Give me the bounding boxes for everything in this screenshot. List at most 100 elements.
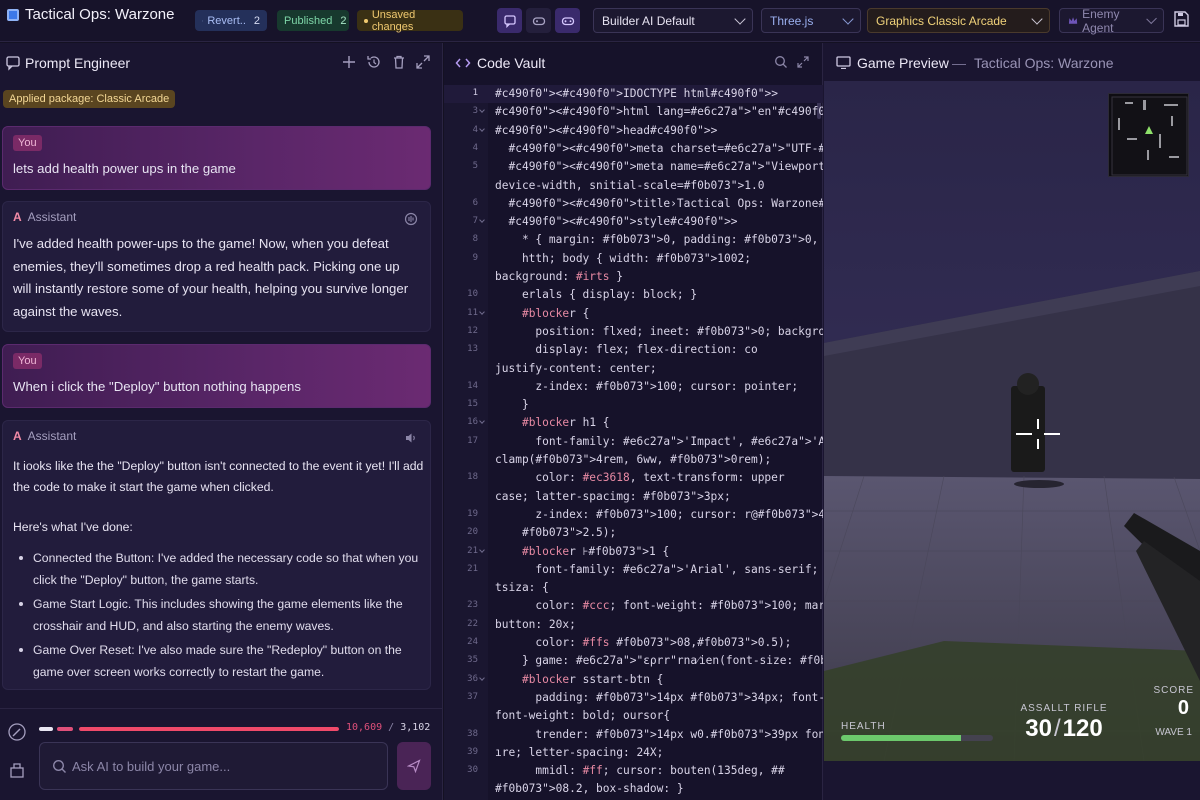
code-line[interactable]: 21 font-family: #e6c27a">'Arial', sans-s… xyxy=(444,561,845,579)
agent-select[interactable]: Enemy Agent xyxy=(1059,6,1164,35)
code-line[interactable]: device-width, snitial-scale=#f0b073">1.0 xyxy=(444,177,823,195)
code-line[interactable]: 4 #c490f0"><#c490f0">head#c490f0">> xyxy=(444,122,823,140)
code-line[interactable]: case; latter-spacimg: #f0b073">3px; xyxy=(444,488,823,506)
game-name: — Tactical Ops: Warzone xyxy=(952,55,1114,71)
prompt-input[interactable] xyxy=(72,758,372,774)
code-line[interactable]: 5 #c490f0"><#c490f0">meta name=#e6c27a">… xyxy=(444,158,933,176)
line-number: 1 xyxy=(472,88,478,98)
fold-chevron-icon[interactable] xyxy=(479,418,485,425)
code-line[interactable]: clamp(#f0b073">4rem, 6ww, #f0b073">0rem)… xyxy=(444,451,823,469)
top-bar: Tactical Ops: Warzone Revert.. 2 Publish… xyxy=(0,0,1200,42)
code-line[interactable]: 13 display: flex; flex-direction: co xyxy=(444,341,823,359)
plus-icon[interactable] xyxy=(341,54,357,70)
line-number: 22 xyxy=(467,618,478,629)
prompt-input-box[interactable] xyxy=(39,742,388,790)
code-line[interactable]: 17 font-family: #e6c27a">'Impact', #e6c2… xyxy=(444,433,906,451)
fold-chevron-icon[interactable] xyxy=(479,125,485,132)
line-number: 35 xyxy=(467,655,478,666)
graphics-select[interactable]: Graphics Classic Arcade xyxy=(867,8,1050,33)
code-line[interactable]: justify-content: center; xyxy=(444,360,823,378)
code-text: display: flex; flex-direction: co xyxy=(495,343,758,357)
line-number: 6 xyxy=(472,197,478,208)
code-line[interactable]: 4 #c490f0"><#c490f0">meta charset=#e6c27… xyxy=(444,140,960,158)
read-aloud-icon[interactable] xyxy=(404,212,418,226)
code-line[interactable]: 30 mmidl: #ff; cursor: bouten(135deg, ## xyxy=(444,762,823,780)
code-line[interactable]: 19 z-index: #f0b073">100; cursor: r@#f0b… xyxy=(444,506,1000,524)
code-line[interactable]: background: #irts } xyxy=(444,268,823,286)
line-number: 23 xyxy=(467,600,478,611)
speaker-icon[interactable] xyxy=(404,431,418,445)
fold-chevron-icon[interactable] xyxy=(479,308,485,315)
published-button[interactable]: Published 2 xyxy=(277,10,349,31)
code-line[interactable]: 36 #blocker sstart-btn { xyxy=(444,671,823,689)
send-button[interactable] xyxy=(397,742,431,790)
revert-button[interactable]: Revert.. 2 xyxy=(195,10,267,31)
line-number: 14 xyxy=(467,380,478,391)
code-line[interactable]: 1 #c490f0"><#c490f0">IDOCTYPE html#c490f0… xyxy=(444,85,823,103)
history-icon[interactable] xyxy=(366,54,382,70)
line-number: 7 xyxy=(472,216,478,227)
code-line[interactable]: 24 color: #ffs #f0b073">08,#f0b073">0.5)… xyxy=(444,634,823,652)
code-line[interactable]: 3 #c490f0"><#c490f0">html lang=#e6c27a">"… xyxy=(444,103,846,121)
code-line[interactable]: 37 padding: #f0b073">14px #f0b073">34px;… xyxy=(444,689,973,707)
magic-wand-icon[interactable] xyxy=(7,722,27,742)
engine-select[interactable]: Three.js xyxy=(761,8,861,33)
code-line[interactable]: 16 #blocker h1 { xyxy=(444,414,823,432)
line-number: 3 xyxy=(472,106,478,117)
code-text: #blocker sstart-btn { xyxy=(521,672,664,686)
code-editor[interactable]: 1 #c490f0"><#c490f0">IDOCTYPE html#c490f0… xyxy=(444,85,1055,800)
code-text: #c490f0"><#c490f0">head#c490f0">> xyxy=(495,123,718,137)
code-line[interactable]: 15 } xyxy=(444,396,823,414)
code-line[interactable]: tsiza: { xyxy=(444,579,823,597)
list-item: Game Over Reset: I've also made sure the… xyxy=(13,639,423,683)
code-line[interactable]: 39 ıre; letter-spacing: 24X; xyxy=(444,744,823,762)
fold-chevron-icon[interactable] xyxy=(479,674,485,681)
fold-chevron-icon[interactable] xyxy=(479,217,485,223)
search-icon[interactable] xyxy=(774,55,788,69)
expand-icon[interactable] xyxy=(796,55,810,69)
code-line[interactable]: 7 #c490f0"><#c490f0">style#c490f0">> xyxy=(444,213,823,231)
title-separator: — xyxy=(952,55,966,71)
fold-chevron-icon[interactable] xyxy=(479,107,485,114)
controller-mode-button[interactable] xyxy=(526,8,551,33)
send-icon xyxy=(407,759,421,773)
expand-icon[interactable] xyxy=(415,54,431,70)
code-line[interactable]: 18 color: #ec3618, text-transform: upper xyxy=(444,469,823,487)
trash-icon[interactable] xyxy=(391,54,407,70)
agent-select-value: Enemy Agent xyxy=(1082,6,1120,35)
code-line[interactable]: 9 htth; body { width: #f0b073">1002; xyxy=(444,250,823,268)
code-text: } xyxy=(495,398,529,412)
fold-chevron-icon[interactable] xyxy=(479,546,485,553)
game-viewport[interactable]: HEALTH ASSALLT RIFLE 30/120 SCORE 0 WAVE… xyxy=(824,81,1200,761)
code-line[interactable]: font-weight: bold; oursor{ xyxy=(444,707,823,725)
save-icon xyxy=(1174,11,1189,27)
weapon-label: ASSALLT RIFLE xyxy=(1020,703,1108,714)
line-number: 15 xyxy=(467,399,478,410)
code-line[interactable]: 11 #blocker { xyxy=(444,305,823,323)
code-line[interactable]: 8 * { margin: #f0b073">0, padding: #f0b0… xyxy=(444,231,900,249)
message-text: When i click the "Deploy" button nothing… xyxy=(13,379,301,394)
code-line[interactable]: 22 button: 20x; xyxy=(444,616,823,634)
token-segment xyxy=(39,727,53,731)
assistant-name: Assistant xyxy=(27,210,77,224)
code-text: #blocker ⊦#f0b073">1 { xyxy=(521,544,670,558)
code-line[interactable]: 23 color: #ccc; font-weight: #f0b073">10… xyxy=(444,597,845,615)
game-controller-icon xyxy=(561,16,574,25)
chat-mode-button[interactable] xyxy=(497,8,522,33)
play-mode-button[interactable] xyxy=(555,8,580,33)
code-line[interactable]: 6 #c490f0"><#c490f0">title›Tactical Ops:… xyxy=(444,195,1055,213)
token-usage-fill xyxy=(79,727,339,731)
code-text: #f0b073">2.5); xyxy=(521,526,617,540)
code-line[interactable]: 21 #blocker ⊦#f0b073">1 { xyxy=(444,543,823,561)
code-line[interactable]: 10 erlals { display: block; } xyxy=(444,286,823,304)
package-icon[interactable] xyxy=(7,760,27,780)
code-line[interactable]: 12 position: flxed; ineet: #f0b073">0; b… xyxy=(444,323,845,341)
code-line[interactable]: 35 } game: #e6c27a">"ερrr"rna⁄ien(font-s… xyxy=(444,652,901,670)
line-number: 39 xyxy=(467,746,478,757)
model-select[interactable]: Builder AI Default xyxy=(593,8,753,33)
code-line[interactable]: 20 #f0b073">2.5); xyxy=(444,524,823,542)
code-line[interactable]: 14 z-index: #f0b073">100; cursor: pointe… xyxy=(444,378,823,396)
save-button[interactable] xyxy=(1172,10,1192,30)
code-line[interactable]: #f0b073">08.2, box-shadow: } xyxy=(444,780,823,798)
code-line[interactable]: 38 trender: #f0b073">14px w0.#f0b073">39… xyxy=(444,726,886,744)
